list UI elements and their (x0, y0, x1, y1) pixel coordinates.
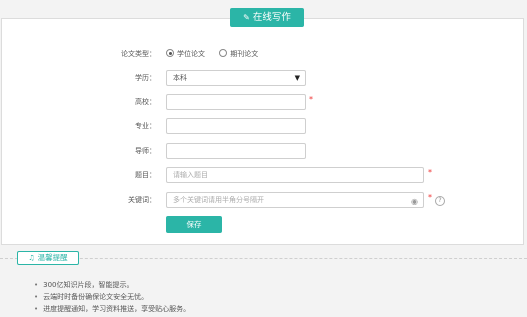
major-row: 专业： (0, 117, 527, 135)
tip-item: • 300亿知识片段，智能提示。 (34, 279, 190, 291)
keywords-row: 关键词： 多个关键词请用半角分号隔开 ◉ * ? (0, 191, 527, 209)
advisor-input[interactable] (166, 143, 306, 159)
title-required-mark: * (428, 168, 432, 177)
keywords-required-mark: * (428, 193, 432, 202)
bullet-icon: • (34, 281, 39, 289)
title-row: 题目： 请输入题目 * (0, 166, 527, 184)
degree-select-value: 本科 (173, 74, 187, 82)
tip-text: 进度提醒通知，学习资料推送，享受贴心服务。 (43, 305, 191, 313)
eye-icon[interactable]: ◉ (411, 195, 418, 209)
bullet-icon: • (34, 293, 39, 301)
advisor-label: 导师： (135, 147, 156, 155)
radio-journal-paper[interactable]: 期刊论文 (219, 49, 259, 58)
title-label: 题目： (135, 171, 156, 179)
major-input[interactable] (166, 118, 306, 134)
degree-row: 学历： 本科 ▼ (0, 69, 527, 87)
keywords-input[interactable]: 多个关键词请用半角分号隔开 ◉ (166, 192, 424, 208)
radio-degree-paper-label: 学位论文 (177, 50, 205, 58)
keywords-label: 关键词： (128, 196, 156, 204)
tips-divider (0, 258, 527, 259)
school-input[interactable] (166, 94, 306, 110)
paper-type-row: 论文类型： 学位论文 期刊论文 (0, 45, 527, 63)
major-label: 专业： (135, 122, 156, 130)
paper-type-radio-group: 学位论文 期刊论文 (166, 45, 270, 63)
tip-item: • 进度提醒通知，学习资料推送，享受贴心服务。 (34, 303, 190, 315)
radio-unchecked-icon[interactable] (219, 49, 228, 57)
tip-text: 300亿知识片段，智能提示。 (43, 281, 134, 289)
radio-checked-icon[interactable] (166, 49, 174, 57)
tips-header: ♫ 温馨提醒 (17, 251, 79, 265)
pencil-icon: ✎ (243, 13, 250, 22)
tips-title: 温馨提醒 (37, 253, 68, 262)
radio-degree-paper[interactable]: 学位论文 (166, 49, 205, 58)
online-writing-tab: ✎ 在线写作 (230, 8, 304, 27)
help-icon[interactable]: ? (435, 196, 445, 206)
tip-item: • 云端时时备份确保论文安全无忧。 (34, 291, 190, 303)
degree-label: 学历： (135, 74, 156, 82)
title-placeholder: 请输入题目 (173, 171, 208, 179)
tip-text: 云端时时备份确保论文安全无忧。 (43, 293, 149, 301)
online-writing-title: 在线写作 (252, 12, 291, 23)
school-label: 高校： (135, 98, 156, 106)
bullet-icon: • (34, 305, 39, 313)
caret-down-icon: ▼ (294, 74, 300, 82)
title-input[interactable]: 请输入题目 (166, 167, 424, 183)
radio-journal-paper-label: 期刊论文 (230, 50, 259, 58)
advisor-row: 导师： (0, 142, 527, 160)
tips-list: • 300亿知识片段，智能提示。 • 云端时时备份确保论文安全无忧。 • 进度提醒通知… (34, 279, 190, 315)
school-row: 高校： * (0, 93, 527, 111)
degree-select[interactable]: 本科 ▼ (166, 70, 306, 86)
save-button[interactable]: 保存 (166, 216, 222, 233)
paper-type-label: 论文类型： (121, 50, 156, 58)
keywords-placeholder: 多个关键词请用半角分号隔开 (173, 196, 264, 204)
bell-icon: ♫ (28, 254, 35, 262)
school-required-mark: * (309, 95, 313, 104)
